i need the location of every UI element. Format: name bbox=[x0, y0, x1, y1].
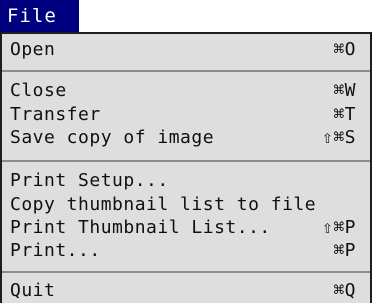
menu-item-label: Print Setup... bbox=[10, 170, 169, 191]
menu-item-print-thumbnail-list[interactable]: Print Thumbnail List... ⇧⌘P bbox=[10, 216, 356, 240]
file-menu-dropdown: Open ⌘O Close ⌘W Transfer ⌘T Save copy o… bbox=[0, 32, 372, 303]
menu-item-transfer[interactable]: Transfer ⌘T bbox=[10, 103, 356, 127]
menu-item-quit[interactable]: Quit ⌘Q bbox=[10, 279, 356, 303]
menu-item-copy-thumbnail-list[interactable]: Copy thumbnail list to file bbox=[10, 193, 356, 217]
menu-item-shortcut: ⇧⌘S bbox=[321, 127, 356, 148]
menu-item-shortcut: ⌘Q bbox=[333, 280, 356, 301]
menu-separator bbox=[2, 70, 370, 72]
file-menu-title[interactable]: File bbox=[0, 0, 79, 32]
menu-item-shortcut: ⌘W bbox=[333, 80, 356, 101]
menu-item-label: Open bbox=[10, 39, 56, 60]
menu-item-label: Save copy of image bbox=[10, 127, 215, 148]
menu-item-shortcut: ⌘T bbox=[333, 104, 356, 125]
menu-separator bbox=[2, 271, 370, 273]
menu-item-label: Quit bbox=[10, 280, 56, 301]
menu-item-print[interactable]: Print... ⌘P bbox=[10, 239, 356, 263]
menu-item-print-setup[interactable]: Print Setup... bbox=[10, 169, 356, 193]
menu-item-label: Close bbox=[10, 80, 67, 101]
menu-separator bbox=[2, 160, 370, 162]
menu-item-label: Print Thumbnail List... bbox=[10, 217, 271, 238]
menu-item-open[interactable]: Open ⌘O bbox=[10, 38, 356, 62]
menu-item-close[interactable]: Close ⌘W bbox=[10, 79, 356, 103]
menu-item-label: Transfer bbox=[10, 104, 101, 125]
menu-item-shortcut: ⌘O bbox=[333, 39, 356, 60]
menu-item-label: Copy thumbnail list to file bbox=[10, 194, 317, 215]
menu-item-save-copy-of-image[interactable]: Save copy of image ⇧⌘S bbox=[10, 126, 356, 150]
menu-item-label: Print... bbox=[10, 240, 101, 261]
menu-item-shortcut: ⇧⌘P bbox=[321, 217, 356, 238]
menu-item-shortcut: ⌘P bbox=[333, 240, 356, 261]
